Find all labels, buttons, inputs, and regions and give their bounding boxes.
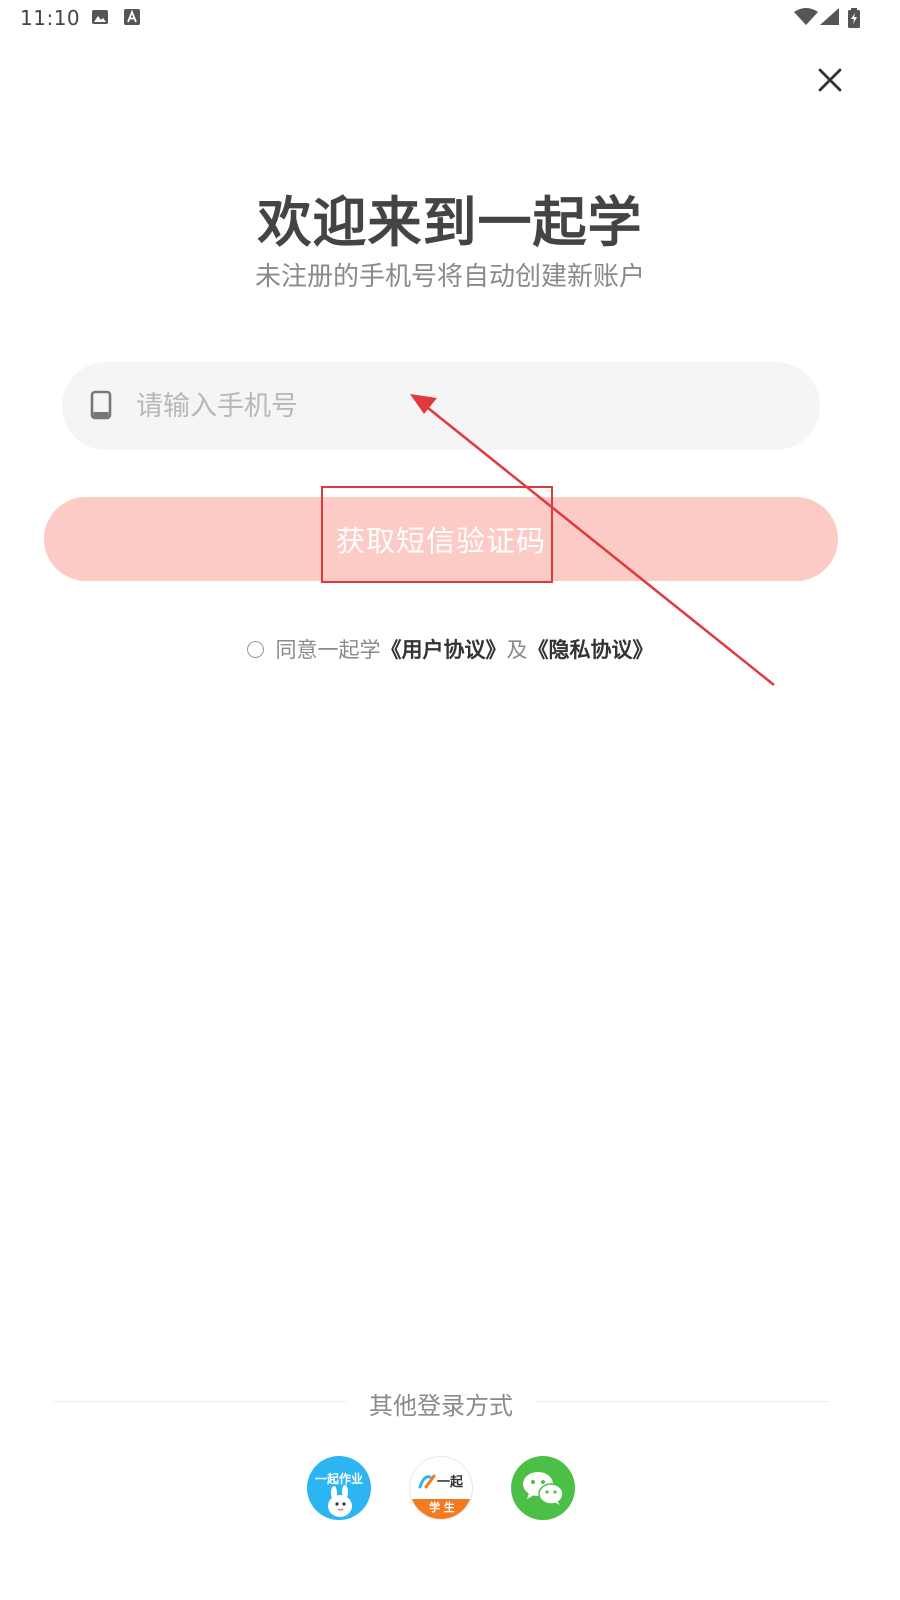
page-subtitle: 未注册的手机号将自动创建新账户 <box>254 262 645 292</box>
a-icon <box>124 9 140 25</box>
get-sms-code-button[interactable]: 获取短信验证码 <box>44 497 838 581</box>
yiqi-homework-login-button[interactable]: 一起作业 <box>307 1456 371 1520</box>
yiqi-student-logo-top: 一起 <box>436 1475 463 1490</box>
status-bar: 11:10 <box>0 0 900 36</box>
close-button[interactable] <box>808 58 852 102</box>
mascot-icon <box>328 1485 352 1517</box>
agreement-and: 及 <box>506 638 528 662</box>
status-time: 11:10 <box>20 6 81 30</box>
gallery-icon <box>92 10 108 24</box>
wechat-login-button[interactable] <box>511 1456 575 1520</box>
phone-field[interactable] <box>62 362 820 450</box>
get-sms-code-label: 获取短信验证码 <box>335 524 546 558</box>
wifi-icon <box>794 8 818 25</box>
other-login-divider: 其他登录方式 <box>54 1386 828 1420</box>
phone-icon <box>90 390 112 420</box>
login-screen: 11:10 欢迎来到一起学 未注册的手机号将自动创建新账户 请输入手机号 获取短… <box>0 0 900 1600</box>
signal-icon <box>820 8 839 25</box>
user-agreement-link[interactable]: 《用户协议》 <box>381 634 507 664</box>
wechat-icon <box>523 1472 564 1505</box>
divider-line-right <box>536 1401 828 1402</box>
yiqi-student-login-button[interactable]: 一起 学 生 <box>409 1456 473 1520</box>
privacy-agreement-link[interactable]: 《隐私协议》 <box>528 634 654 664</box>
other-login-label: 其他登录方式 <box>369 1392 513 1420</box>
phone-input[interactable] <box>136 376 776 436</box>
agreement-prefix: 同意一起学 <box>275 638 381 662</box>
agreement-row: 同意一起学 《用户协议》 及 《隐私协议》 <box>0 634 900 664</box>
battery-icon <box>848 8 860 28</box>
agreement-radio[interactable] <box>246 640 264 658</box>
page-title: 欢迎来到一起学 <box>257 191 643 254</box>
yiqi-student-logo-bottom: 学 生 <box>410 1499 472 1519</box>
close-icon <box>818 68 842 92</box>
